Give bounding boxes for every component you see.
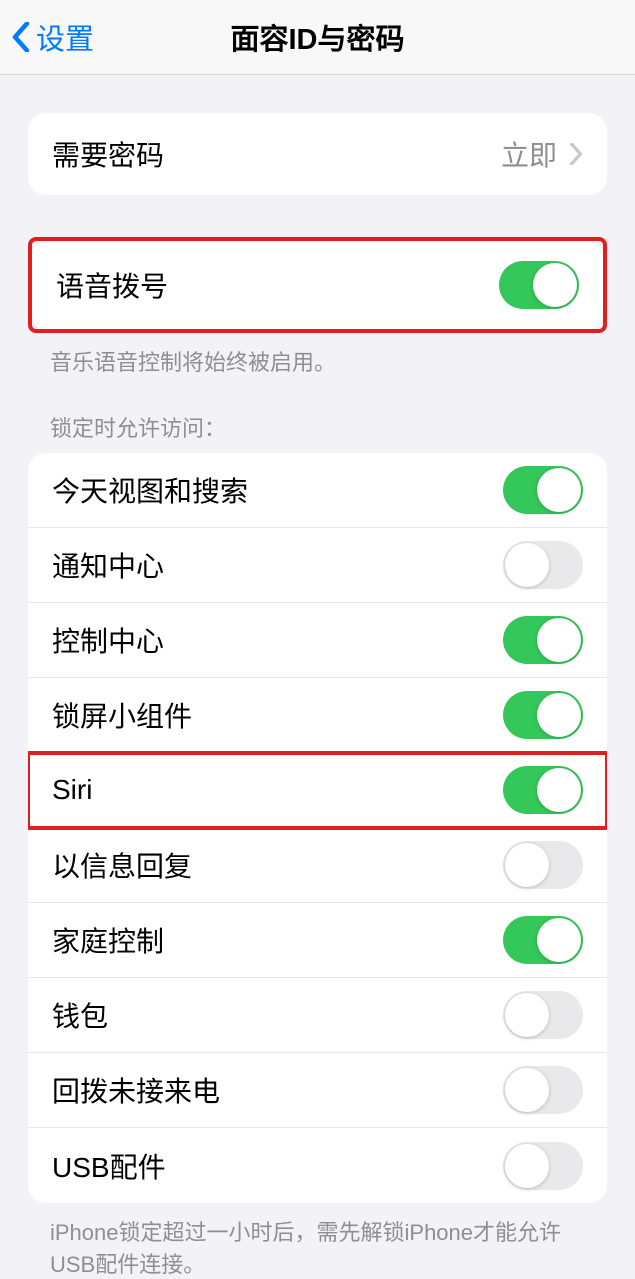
lock-access-label: 家庭控制 (52, 920, 164, 960)
lock-access-row: 今天视图和搜索 (28, 453, 607, 528)
lock-access-toggle[interactable] (503, 691, 583, 739)
lock-access-row: 通知中心 (28, 528, 607, 603)
nav-bar: 设置 面容ID与密码 (0, 0, 635, 75)
chevron-right-icon (569, 143, 583, 165)
lock-access-toggle[interactable] (503, 841, 583, 889)
lock-access-toggle[interactable] (503, 616, 583, 664)
voice-dial-label: 语音拨号 (56, 265, 168, 305)
lock-access-label: 锁屏小组件 (52, 695, 192, 735)
lock-access-row: Siri (28, 753, 607, 828)
lock-access-list: 今天视图和搜索通知中心控制中心锁屏小组件 Siri 以信息回复家庭控制钱包回拨未接来… (28, 453, 607, 1203)
lock-access-label: 回拨未接来电 (52, 1070, 220, 1110)
lock-access-label: 以信息回复 (52, 845, 192, 885)
lock-access-toggle[interactable] (503, 1066, 583, 1114)
lock-access-row: 回拨未接来电 (28, 1053, 607, 1128)
back-label: 设置 (36, 16, 94, 58)
chevron-left-icon (12, 22, 30, 52)
lock-access-toggle[interactable] (503, 766, 583, 814)
lock-access-footer: iPhone锁定超过一小时后，需先解锁iPhone才能允许USB配件连接。 (0, 1203, 635, 1279)
lock-access-toggle[interactable] (503, 1142, 583, 1190)
page-title: 面容ID与密码 (230, 16, 404, 58)
lock-access-toggle[interactable] (503, 916, 583, 964)
lock-access-label: 通知中心 (52, 545, 164, 585)
lock-access-row: 控制中心 (28, 603, 607, 678)
require-passcode-label: 需要密码 (52, 134, 164, 174)
lock-access-row: 锁屏小组件 (28, 678, 607, 753)
voice-dial-highlight: 语音拨号 (28, 237, 607, 333)
lock-access-row: 以信息回复 (28, 828, 607, 903)
lock-access-header: 锁定时允许访问： (0, 411, 635, 453)
lock-access-toggle[interactable] (503, 991, 583, 1039)
lock-access-row: 家庭控制 (28, 903, 607, 978)
lock-access-label: 今天视图和搜索 (52, 470, 248, 510)
require-passcode-row[interactable]: 需要密码 立即 (28, 113, 607, 195)
voice-dial-toggle[interactable] (499, 261, 579, 309)
lock-access-toggle[interactable] (503, 466, 583, 514)
require-passcode-value: 立即 (501, 134, 557, 174)
lock-access-label: 控制中心 (52, 620, 164, 660)
lock-access-label: 钱包 (52, 995, 108, 1035)
lock-access-row: 钱包 (28, 978, 607, 1053)
lock-access-toggle[interactable] (503, 541, 583, 589)
voice-dial-row: 语音拨号 (32, 241, 603, 329)
lock-access-label: Siri (52, 774, 92, 806)
lock-access-row: USB配件 (28, 1128, 607, 1203)
lock-access-label: USB配件 (52, 1146, 166, 1186)
voice-dial-footer: 音乐语音控制将始终被启用。 (0, 333, 635, 377)
back-button[interactable]: 设置 (0, 16, 94, 58)
